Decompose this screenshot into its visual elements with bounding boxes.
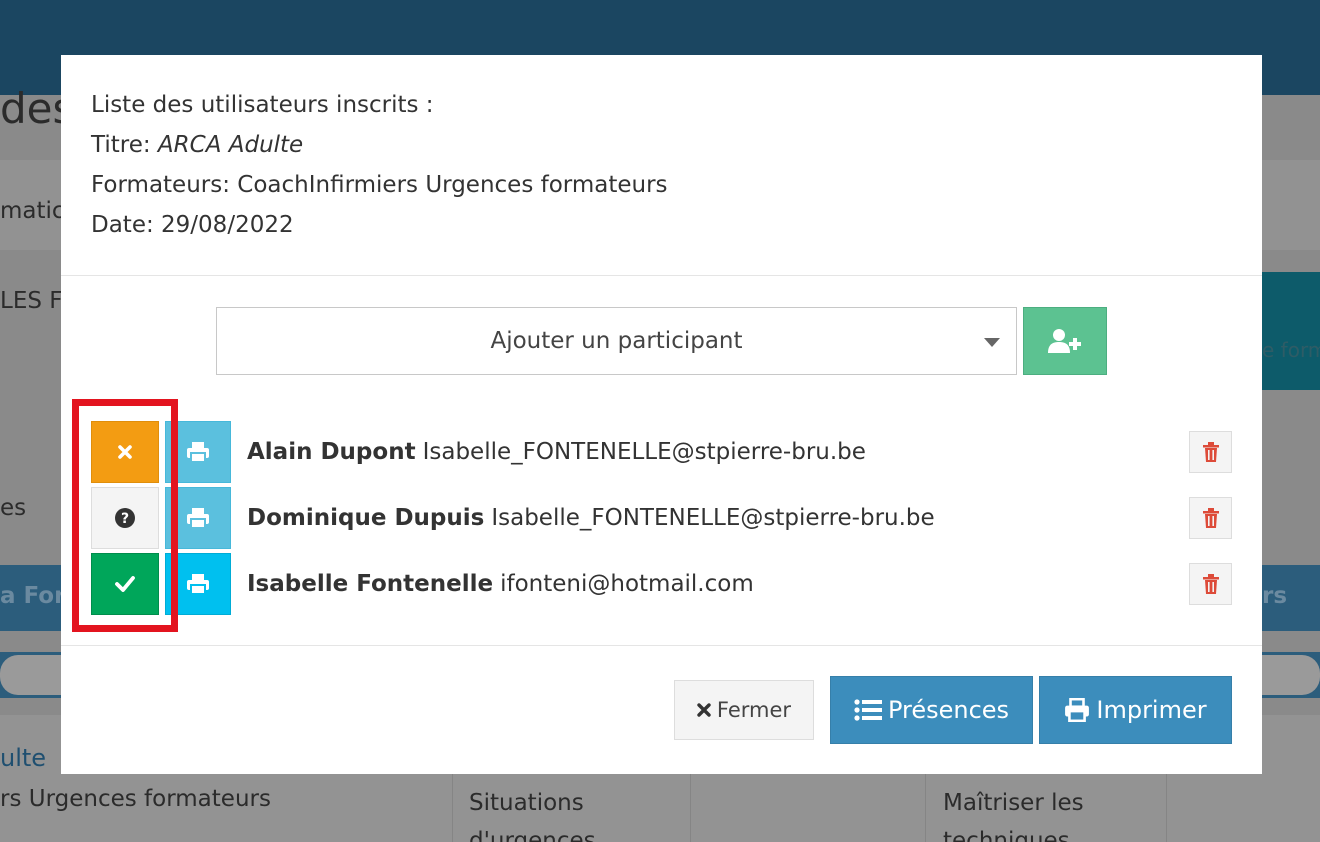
- participant-email: ifonteni@hotmail.com: [500, 571, 754, 597]
- attendance-button[interactable]: Présences: [830, 676, 1033, 744]
- participant-info: Dominique Dupuis Isabelle_FONTENELLE@stp…: [247, 487, 935, 549]
- chevron-down-icon: [984, 338, 1000, 347]
- bg-side-button-label: e form: [1262, 338, 1320, 362]
- print-icon: [1065, 698, 1090, 722]
- print-icon: [187, 442, 209, 463]
- participant-name: Isabelle Fontenelle: [247, 571, 494, 597]
- participant-row: Isabelle Fontenelle ifonteni@hotmail.com: [61, 553, 1262, 615]
- modal-header: Liste des utilisateurs inscrits : Titre:…: [61, 55, 1262, 276]
- modal-heading: Liste des utilisateurs inscrits :: [91, 92, 434, 118]
- close-button[interactable]: Fermer: [674, 680, 814, 740]
- attendance-button-label: Présences: [887, 696, 1010, 724]
- annotation-highlight: [72, 399, 178, 632]
- bg-nav-text: matic: [0, 198, 65, 224]
- close-icon: [697, 703, 711, 717]
- bg-col3-text: Maîtriser les techniques: [943, 790, 1084, 842]
- bg-trainers-text: rs Urgences formateurs: [0, 786, 271, 812]
- close-button-label: Fermer: [716, 698, 792, 722]
- print-icon: [187, 574, 209, 595]
- delete-participant-button[interactable]: [1189, 563, 1232, 605]
- course-date: Date: 29/08/2022: [91, 212, 294, 238]
- participant-row: ? Dominique Dupuis Isabelle_FONTENELLE@s…: [61, 487, 1262, 549]
- print-button[interactable]: Imprimer: [1039, 676, 1232, 744]
- participant-info: Isabelle Fontenelle ifonteni@hotmail.com: [247, 553, 754, 615]
- trash-icon: [1202, 574, 1219, 594]
- bg-side-text: es: [0, 495, 27, 521]
- delete-participant-button[interactable]: [1189, 431, 1232, 473]
- user-plus-icon: [1048, 329, 1081, 353]
- participant-info: Alain Dupont Isabelle_FONTENELLE@stpierr…: [247, 421, 866, 483]
- participant-email: Isabelle_FONTENELLE@stpierre-bru.be: [491, 505, 935, 531]
- bg-section-right: rs: [1262, 583, 1288, 609]
- participant-email: Isabelle_FONTENELLE@stpierre-bru.be: [422, 439, 866, 465]
- modal-footer-divider: [61, 645, 1262, 646]
- bg-side-button: e form: [1262, 272, 1320, 390]
- course-title-value: ARCA Adulte: [157, 132, 304, 158]
- print-icon: [187, 508, 209, 529]
- course-title: Titre: ARCA Adulte: [91, 132, 303, 158]
- bg-col1-text: Situations d'urgences: [469, 790, 596, 842]
- delete-participant-button[interactable]: [1189, 497, 1232, 539]
- participant-row: Alain Dupont Isabelle_FONTENELLE@stpierr…: [61, 421, 1262, 483]
- print-button-label: Imprimer: [1096, 696, 1207, 724]
- course-title-label: Titre:: [91, 132, 158, 158]
- add-participant-placeholder: Ajouter un participant: [490, 328, 743, 354]
- participant-name: Dominique Dupuis: [247, 505, 485, 531]
- trash-icon: [1202, 442, 1219, 462]
- course-trainers: Formateurs: CoachInfirmiers Urgences for…: [91, 172, 668, 198]
- add-participant-button[interactable]: [1023, 307, 1107, 375]
- trash-icon: [1202, 508, 1219, 528]
- participants-modal: Liste des utilisateurs inscrits : Titre:…: [61, 55, 1262, 774]
- list-icon: [854, 699, 882, 721]
- participant-name: Alain Dupont: [247, 439, 416, 465]
- add-participant-select[interactable]: Ajouter un participant: [216, 307, 1017, 375]
- bg-section-left: a For: [0, 583, 66, 609]
- bg-course-link: ulte: [0, 744, 47, 772]
